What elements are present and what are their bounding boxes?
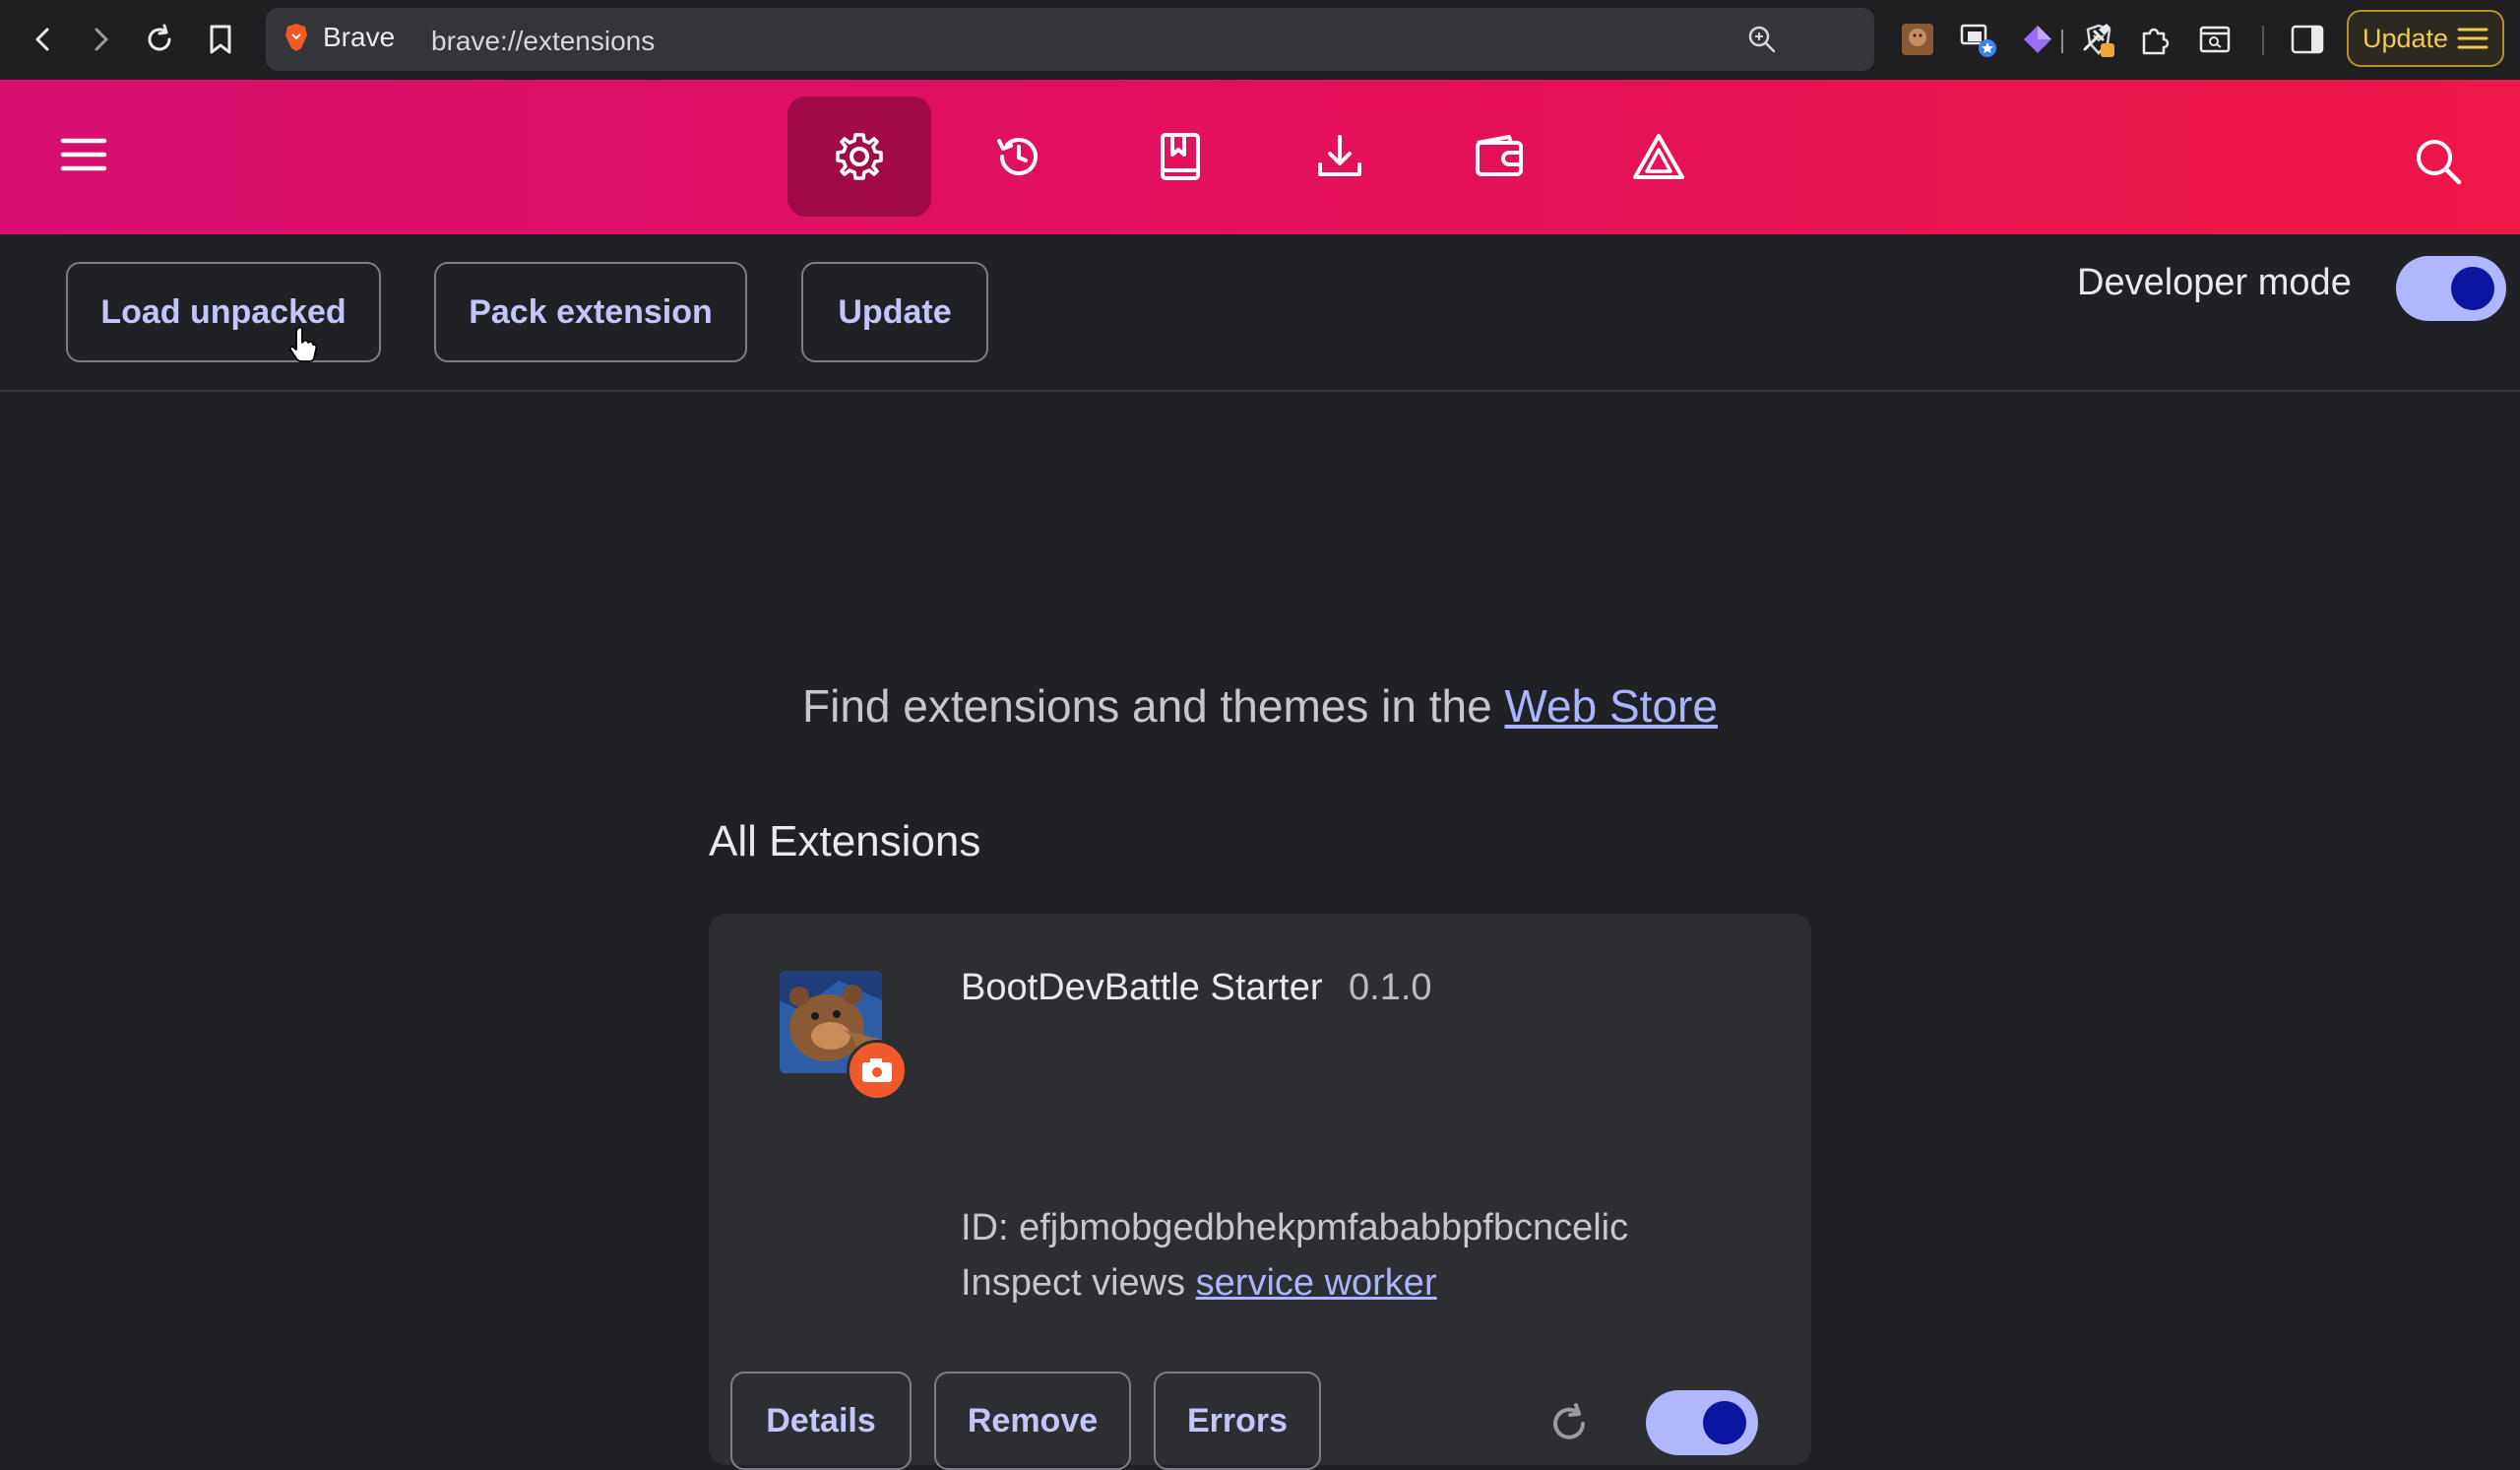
address-bar[interactable]: Brave brave://extensions	[266, 8, 2111, 71]
brave-page-toolbar	[0, 80, 2520, 234]
puzzle-icon	[2142, 28, 2170, 55]
main-menu-button[interactable]	[59, 135, 118, 182]
pack-extension-button[interactable]: Pack extension	[434, 262, 747, 362]
extensions-menu-button[interactable]	[2134, 18, 2177, 61]
reload-button[interactable]	[140, 18, 179, 61]
developer-mode-toggle[interactable]	[2396, 256, 2506, 321]
toolbar-divider	[2262, 26, 2264, 55]
tab-wallet[interactable]	[1427, 96, 1571, 217]
unpacked-badge	[847, 1040, 908, 1101]
search-button[interactable]	[2406, 129, 2471, 194]
toggle-knob	[1703, 1401, 1746, 1444]
toggle-knob	[2451, 267, 2494, 310]
zoom-button[interactable]	[1744, 22, 1780, 57]
gear-icon	[836, 133, 883, 180]
reader-mode-button[interactable]	[2193, 18, 2236, 61]
remove-button[interactable]: Remove	[934, 1372, 1131, 1470]
extension-enable-toggle[interactable]	[1646, 1390, 1758, 1455]
hamburger-icon	[60, 138, 107, 171]
tab-rewards[interactable]	[1587, 96, 1731, 217]
hamburger-menu-icon	[2457, 28, 2488, 49]
web-store-prefix: Find extensions and themes in the	[802, 680, 1505, 732]
tab-bookmarks[interactable]	[1108, 96, 1252, 217]
reload-icon	[1553, 1403, 1585, 1439]
extension-name: BootDevBattle Starter	[961, 967, 1323, 1008]
eyedropper-icon	[2083, 24, 2114, 57]
reload-extension-button[interactable]	[1542, 1396, 1597, 1451]
url-divider	[2061, 30, 2063, 53]
brave-lion-icon	[285, 24, 307, 51]
browser-update-button[interactable]: Update	[2347, 10, 2504, 67]
windows-star-icon	[1960, 24, 1996, 57]
forward-button[interactable]	[81, 18, 120, 61]
inspect-views-prefix: Inspect views	[961, 1262, 1196, 1304]
forward-icon	[94, 28, 108, 51]
extension-diamond-button[interactable]	[2016, 18, 2059, 61]
page-search-icon	[2199, 26, 2231, 53]
extension-bootdev-button[interactable]	[1896, 18, 1939, 61]
bear-avatar-icon	[1902, 24, 1933, 55]
update-label: Update	[2362, 23, 2449, 53]
update-extensions-button[interactable]: Update	[801, 262, 988, 362]
inspect-views-line: Inspect views service worker	[961, 1262, 1437, 1305]
web-store-line: Find extensions and themes in the Web St…	[0, 679, 2520, 733]
purple-diamond-icon	[2024, 26, 2051, 53]
site-info-chip[interactable]: Brave	[284, 22, 395, 53]
camera-icon	[862, 1058, 892, 1082]
web-store-link[interactable]: Web Store	[1504, 680, 1717, 732]
url-text[interactable]: brave://extensions	[431, 26, 655, 57]
errors-button[interactable]: Errors	[1154, 1372, 1321, 1470]
brave-label: Brave	[323, 22, 396, 52]
extension-card: BootDevBattle Starter 0.1.0 ID: efjbmobg…	[709, 914, 1811, 1470]
details-button[interactable]: Details	[730, 1372, 912, 1470]
sidebar-toggle-button[interactable]	[2286, 18, 2329, 61]
rewards-icon	[1633, 134, 1684, 179]
back-icon	[35, 28, 49, 51]
extension-screens-button[interactable]	[1957, 18, 2000, 61]
history-icon	[997, 138, 1038, 176]
developer-mode-label: Developer mode	[2077, 262, 2352, 303]
zoom-icon	[1748, 26, 1776, 53]
reload-icon	[148, 24, 171, 51]
bookmark-icon	[210, 25, 231, 54]
extension-id: ID: efjbmobgedbhekpmfababbpfbcncelic	[961, 1207, 1629, 1248]
tab-settings[interactable]	[788, 96, 931, 217]
tab-history[interactable]	[947, 96, 1091, 217]
back-button[interactable]	[24, 18, 63, 61]
bookmarks-icon	[1161, 133, 1200, 180]
extension-picker-button[interactable]	[2075, 18, 2118, 61]
bookmark-page-button[interactable]	[201, 18, 240, 61]
extension-version: 0.1.0	[1349, 967, 1432, 1008]
developer-toolbar: Load unpacked Pack extension Update Deve…	[0, 234, 2520, 392]
sidebar-icon	[2291, 25, 2324, 54]
wallet-icon	[1476, 135, 1523, 176]
load-unpacked-button[interactable]: Load unpacked	[66, 262, 381, 362]
search-icon	[2417, 140, 2462, 185]
download-icon	[1318, 135, 1361, 176]
section-title: All Extensions	[709, 817, 981, 865]
service-worker-link[interactable]: service worker	[1196, 1262, 1437, 1304]
tab-downloads[interactable]	[1268, 96, 1412, 217]
hand-cursor-icon	[288, 326, 317, 362]
browser-toolbar: Brave brave://extensions Update	[0, 0, 2520, 80]
